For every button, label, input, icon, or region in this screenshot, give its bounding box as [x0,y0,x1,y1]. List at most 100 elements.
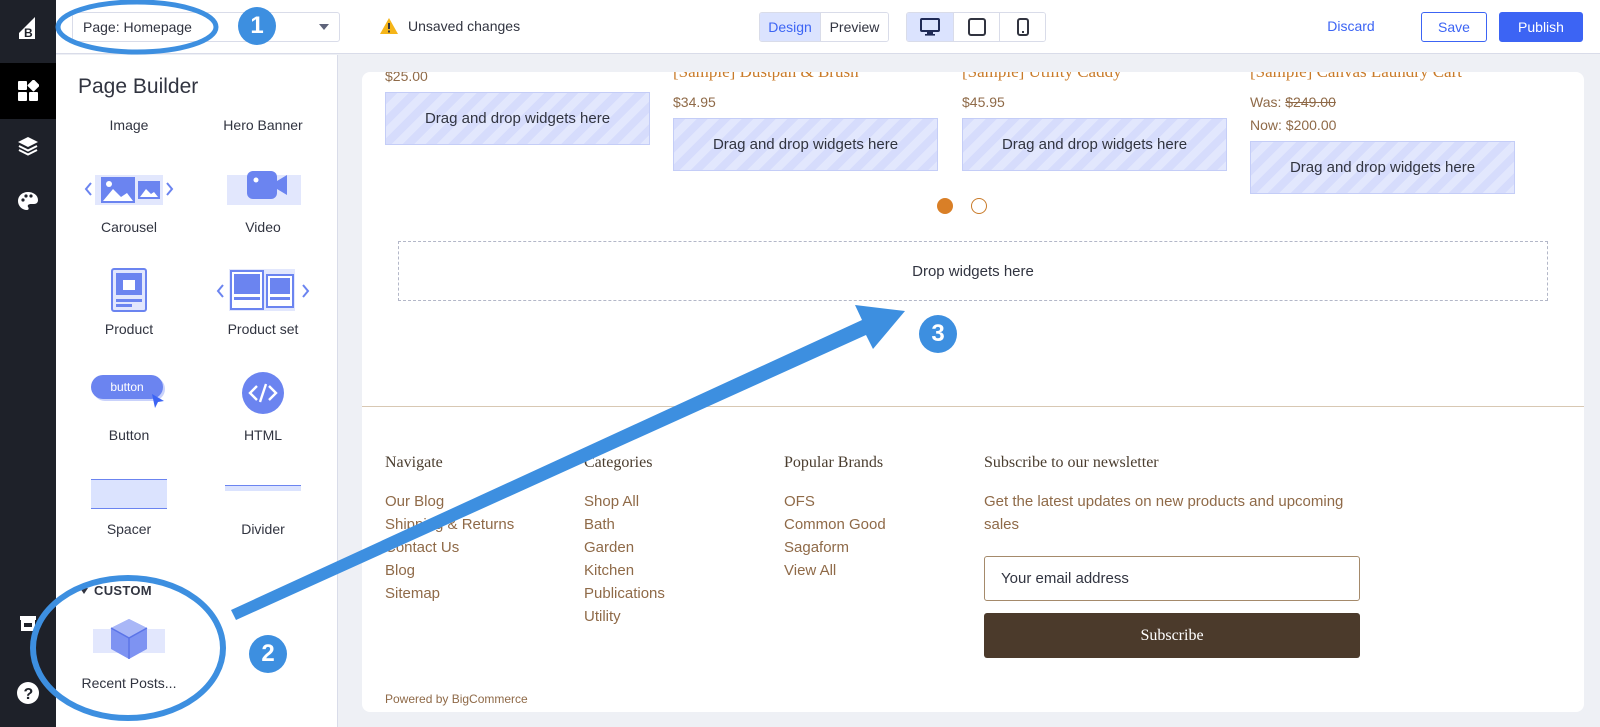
product-title[interactable]: [Sample] Canvas Laundry Cart [1250,72,1462,82]
top-bar: Page: Homepage Unsaved changes Design Pr… [56,0,1600,54]
preview-tab[interactable]: Preview [820,13,888,41]
footer-link[interactable]: Sitemap [385,582,514,605]
product-set-icon [216,269,310,311]
powered-by-text: Powered by BigCommerce [385,692,528,706]
page-select[interactable]: Page: Homepage [72,12,340,42]
widget-label: Button [108,427,150,443]
product-title[interactable]: [Sample] Utility Caddy [962,72,1122,82]
save-button[interactable]: Save [1421,12,1487,42]
cursor-arrow-icon [152,394,164,408]
layers-icon[interactable] [0,118,56,174]
divider-icon [225,479,301,509]
widget-label: Divider [241,521,285,537]
widget-divider[interactable]: Divider [198,479,328,537]
footer-link[interactable]: Contact Us [385,536,514,559]
chevron-down-icon [319,24,329,30]
product-icon [111,268,147,312]
left-rail: B ? [0,0,56,727]
footer-link[interactable]: OFS [784,490,886,513]
newsletter-email-input[interactable]: Your email address [984,556,1360,601]
footer-link[interactable]: Common Good [784,513,886,536]
code-icon [242,372,284,414]
product-title[interactable]: [Sample] Dustpan & Brush [673,72,859,82]
widget-recent-posts[interactable]: Recent Posts... [64,617,194,691]
widget-button[interactable]: button Button [64,371,194,443]
footer-link[interactable]: Utility [584,605,665,628]
footer-link[interactable]: View All [784,559,886,582]
widget-html[interactable]: HTML [198,371,328,443]
widget-product-set[interactable]: Product set [198,267,328,337]
footer-navigate-list: Our Blog Shipping & Returns Contact Us B… [385,490,514,605]
carousel-dot-active[interactable] [937,198,953,214]
widget-label: Carousel [100,219,158,235]
panel-title: Page Builder [78,75,199,98]
unsaved-status: Unsaved changes [380,18,520,34]
page-builder-panel: Page Builder Image Hero Banner Carousel … [56,55,338,727]
footer-heading-brands: Popular Brands [784,454,884,471]
svg-text:?: ? [24,686,34,703]
desktop-icon [920,18,940,36]
design-tab[interactable]: Design [760,13,820,41]
widget-drop-zone[interactable]: Drag and drop widgets here [1250,141,1515,194]
product-price: $34.95 [673,94,716,110]
footer-link[interactable]: Kitchen [584,559,665,582]
widget-image[interactable]: Image [64,117,194,133]
footer-link[interactable]: Bath [584,513,665,536]
tablet-view-button[interactable] [953,13,999,41]
annotation-badge-2: 2 [249,635,287,673]
view-mode-toggle: Design Preview [759,12,889,42]
carousel-dot[interactable] [971,198,987,214]
widget-label: Hero Banner [223,117,303,133]
was-price: $249.00 [1285,94,1336,110]
storefront-icon[interactable] [0,596,56,652]
unsaved-label: Unsaved changes [408,18,521,34]
footer-link[interactable]: Sagaform [784,536,886,559]
tablet-icon [967,18,986,36]
widget-spacer[interactable]: Spacer [64,479,194,537]
footer-link[interactable]: Publications [584,582,665,605]
product-now-price: Now: $200.00 [1250,117,1337,133]
desktop-view-button[interactable] [907,13,953,41]
button-widget-icon: button [91,371,167,413]
widget-drop-zone[interactable]: Drag and drop widgets here [385,92,650,145]
carousel-icon [84,175,174,205]
footer-link[interactable]: Shipping & Returns [385,513,514,536]
custom-section-label: CUSTOM [94,583,152,598]
widget-label: Product set [227,321,299,337]
footer-link[interactable]: Our Blog [385,490,514,513]
discard-button[interactable]: Discard [1316,12,1386,42]
page-builder-rail-icon[interactable] [0,63,56,119]
widget-video[interactable]: Video [198,167,328,235]
mobile-view-button[interactable] [999,13,1045,41]
custom-section-toggle[interactable]: CUSTOM [80,583,152,598]
widget-product[interactable]: Product [64,267,194,337]
widget-label: HTML [243,427,283,443]
caret-down-icon [80,587,88,594]
product-price: $25.00 [385,72,428,84]
newsletter-description: Get the latest updates on new products a… [984,493,1344,533]
page-select-value: Page: Homepage [83,19,192,35]
footer-divider [362,406,1584,407]
footer-link[interactable]: Garden [584,536,665,559]
footer-categories-list: Shop All Bath Garden Kitchen Publication… [584,490,665,628]
widget-label: Recent Posts... [81,675,177,691]
warning-icon [380,18,398,34]
help-icon[interactable]: ? [0,665,56,721]
footer-link[interactable]: Shop All [584,490,665,513]
cube-icon [93,619,165,659]
mobile-icon [1016,18,1029,36]
widget-carousel[interactable]: Carousel [64,167,194,235]
annotation-badge-3: 3 [919,315,957,353]
footer-heading-categories: Categories [584,454,653,471]
device-toggle [906,12,1046,42]
widget-hero-banner[interactable]: Hero Banner [198,117,328,133]
widget-drop-zone[interactable]: Drag and drop widgets here [962,118,1227,171]
widget-drop-zone[interactable]: Drag and drop widgets here [673,118,938,171]
product-was-price: Was: $249.00 [1250,94,1336,110]
subscribe-button[interactable]: Subscribe [984,613,1360,658]
footer-link[interactable]: Blog [385,559,514,582]
drop-widgets-area[interactable]: Drop widgets here [398,241,1548,301]
bigcommerce-logo-icon[interactable]: B [0,0,56,56]
theme-styles-palette-icon[interactable] [0,173,56,229]
publish-button[interactable]: Publish [1499,12,1583,42]
